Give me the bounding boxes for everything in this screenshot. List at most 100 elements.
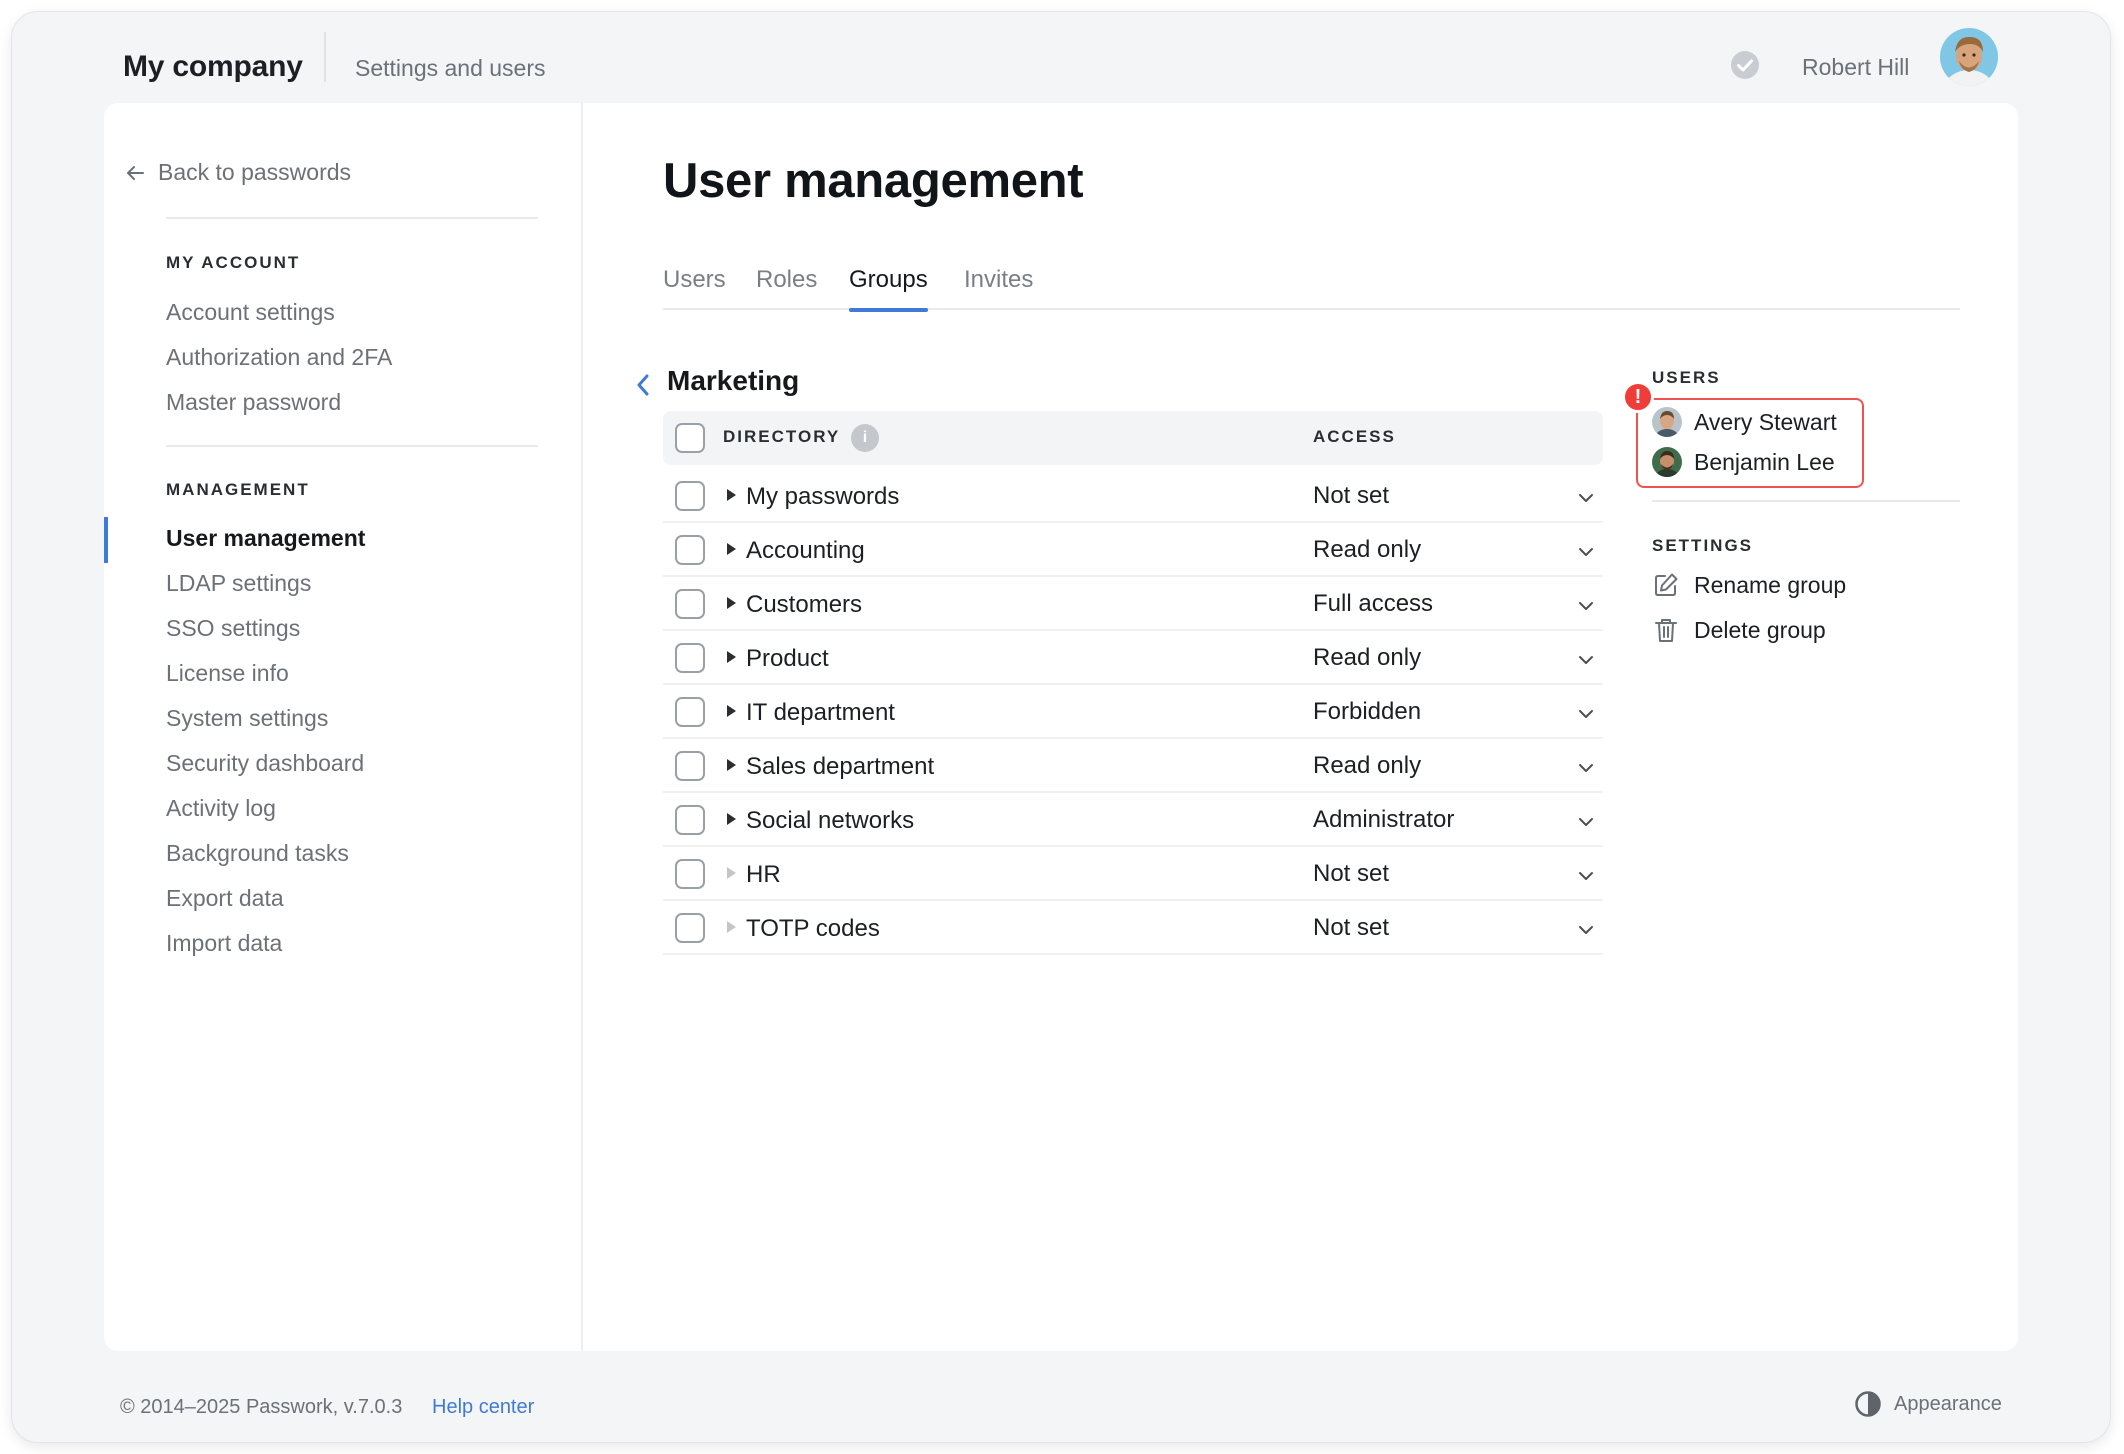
access-select[interactable]: Read only <box>1313 644 1598 674</box>
chevron-down-icon <box>1579 926 1593 934</box>
sidebar-item-security-dashboard[interactable]: Security dashboard <box>166 750 364 777</box>
access-select[interactable]: Forbidden <box>1313 698 1598 728</box>
group-user-name: Benjamin Lee <box>1694 448 1835 475</box>
rename-group-label: Rename group <box>1694 571 1847 598</box>
expand-caret-icon[interactable] <box>725 812 737 826</box>
expand-caret-icon[interactable] <box>725 704 737 718</box>
delete-group-label: Delete group <box>1694 616 1826 643</box>
company-name[interactable]: My company <box>123 50 303 84</box>
access-value: Read only <box>1313 536 1422 563</box>
table-row[interactable]: HR Not set <box>663 847 1603 901</box>
access-value: Forbidden <box>1313 698 1422 725</box>
breadcrumb: Settings and users <box>355 55 546 81</box>
row-checkbox[interactable] <box>675 589 705 619</box>
access-select[interactable]: Administrator <box>1313 806 1598 836</box>
sidebar-item-export-data[interactable]: Export data <box>166 885 284 912</box>
table-row[interactable]: My passwords Not set <box>663 469 1603 523</box>
expand-caret-icon[interactable] <box>725 650 737 664</box>
directory-name: Accounting <box>746 537 865 564</box>
directory-name: Social networks <box>746 807 915 834</box>
access-select[interactable]: Not set <box>1313 482 1598 512</box>
top-bar: My company Settings and users Robert Hil… <box>12 12 2110 104</box>
sidebar-divider <box>166 445 538 447</box>
access-select[interactable]: Read only <box>1313 752 1598 782</box>
main-card: Back to passwords MY ACCOUNT Account set… <box>104 103 2018 1351</box>
directory-name: IT department <box>746 699 895 726</box>
expand-caret-icon[interactable] <box>725 596 737 610</box>
row-checkbox[interactable] <box>675 913 705 943</box>
sidebar-item-sso-settings[interactable]: SSO settings <box>166 615 300 642</box>
appearance-label: Appearance <box>1894 1392 2002 1415</box>
expand-caret-icon[interactable] <box>725 488 737 502</box>
table-row[interactable]: Sales department Read only <box>663 739 1603 793</box>
directory-name: Sales department <box>746 753 935 780</box>
sidebar-item-license-info[interactable]: License info <box>166 660 289 687</box>
expand-caret-icon[interactable] <box>725 758 737 772</box>
row-checkbox[interactable] <box>675 859 705 889</box>
directory-name: Customers <box>746 591 863 618</box>
info-icon[interactable]: i <box>851 424 879 452</box>
user-avatar <box>1652 407 1682 437</box>
access-select[interactable]: Full access <box>1313 590 1598 620</box>
delete-group-button[interactable]: Delete group <box>1652 616 1826 644</box>
tab-groups[interactable]: Groups <box>849 266 928 312</box>
help-center-link[interactable]: Help center <box>432 1396 534 1419</box>
rename-group-button[interactable]: Rename group <box>1652 571 1846 599</box>
row-checkbox[interactable] <box>675 697 705 727</box>
appearance-button[interactable]: Appearance <box>1854 1390 2002 1418</box>
select-all-checkbox[interactable] <box>675 423 705 453</box>
access-select[interactable]: Read only <box>1313 536 1598 566</box>
sidebar-item-authorization-2fa[interactable]: Authorization and 2FA <box>166 344 392 371</box>
expand-caret-icon <box>727 867 736 879</box>
current-user-name[interactable]: Robert Hill <box>1802 54 1909 81</box>
users-heading: USERS <box>1652 368 1721 387</box>
copyright-text: © 2014–2025 Passwork, v.7.0.3 <box>120 1396 403 1418</box>
sidebar-item-background-tasks[interactable]: Background tasks <box>166 840 349 867</box>
directory-name: Product <box>746 645 829 672</box>
table-row[interactable]: TOTP codes Not set <box>663 901 1603 955</box>
sidebar-item-import-data[interactable]: Import data <box>166 930 282 957</box>
chevron-left-icon[interactable] <box>632 371 654 399</box>
sidebar-item-activity-log[interactable]: Activity log <box>166 795 276 822</box>
table-row[interactable]: Customers Full access <box>663 577 1603 631</box>
access-value: Administrator <box>1313 806 1455 833</box>
sidebar-item-master-password[interactable]: Master password <box>166 389 341 416</box>
row-checkbox[interactable] <box>675 805 705 835</box>
tab-users[interactable]: Users <box>663 266 726 310</box>
group-user-item[interactable]: Avery Stewart <box>1652 406 1837 438</box>
row-checkbox[interactable] <box>675 481 705 511</box>
expand-caret-icon[interactable] <box>725 542 737 556</box>
expand-caret-icon <box>727 921 736 933</box>
sync-status-icon[interactable] <box>1730 50 1760 80</box>
directory-name: TOTP codes <box>746 915 880 942</box>
my-account-heading: MY ACCOUNT <box>166 253 301 272</box>
directory-name: My passwords <box>746 483 900 510</box>
access-select[interactable]: Not set <box>1313 860 1598 890</box>
sidebar-divider <box>166 217 538 219</box>
table-row[interactable]: Accounting Read only <box>663 523 1603 577</box>
settings-heading: SETTINGS <box>1652 536 1754 555</box>
row-checkbox[interactable] <box>675 643 705 673</box>
access-select[interactable]: Not set <box>1313 914 1598 944</box>
tab-invites[interactable]: Invites <box>964 266 1033 310</box>
sidebar-item-account-settings[interactable]: Account settings <box>166 299 335 326</box>
sidebar-item-system-settings[interactable]: System settings <box>166 705 328 732</box>
row-checkbox[interactable] <box>675 751 705 781</box>
back-to-passwords-link[interactable]: Back to passwords <box>124 159 351 186</box>
chevron-down-icon <box>1579 872 1593 880</box>
table-row[interactable]: Social networks Administrator <box>663 793 1603 847</box>
user-avatar <box>1652 447 1682 477</box>
edit-icon <box>1655 573 1678 596</box>
group-user-item[interactable]: Benjamin Lee <box>1652 446 1835 478</box>
row-checkbox[interactable] <box>675 535 705 565</box>
table-row[interactable]: IT department Forbidden <box>663 685 1603 739</box>
table-row[interactable]: Product Read only <box>663 631 1603 685</box>
access-value: Read only <box>1313 644 1422 671</box>
directory-name: HR <box>746 861 781 888</box>
sidebar-item-ldap-settings[interactable]: LDAP settings <box>166 570 311 597</box>
sidebar-item-user-management[interactable]: User management <box>166 525 365 552</box>
tab-roles[interactable]: Roles <box>756 266 817 310</box>
user-avatar[interactable] <box>1940 28 1998 86</box>
access-value: Full access <box>1313 590 1434 617</box>
table-header: DIRECTORY i ACCESS <box>663 411 1603 465</box>
